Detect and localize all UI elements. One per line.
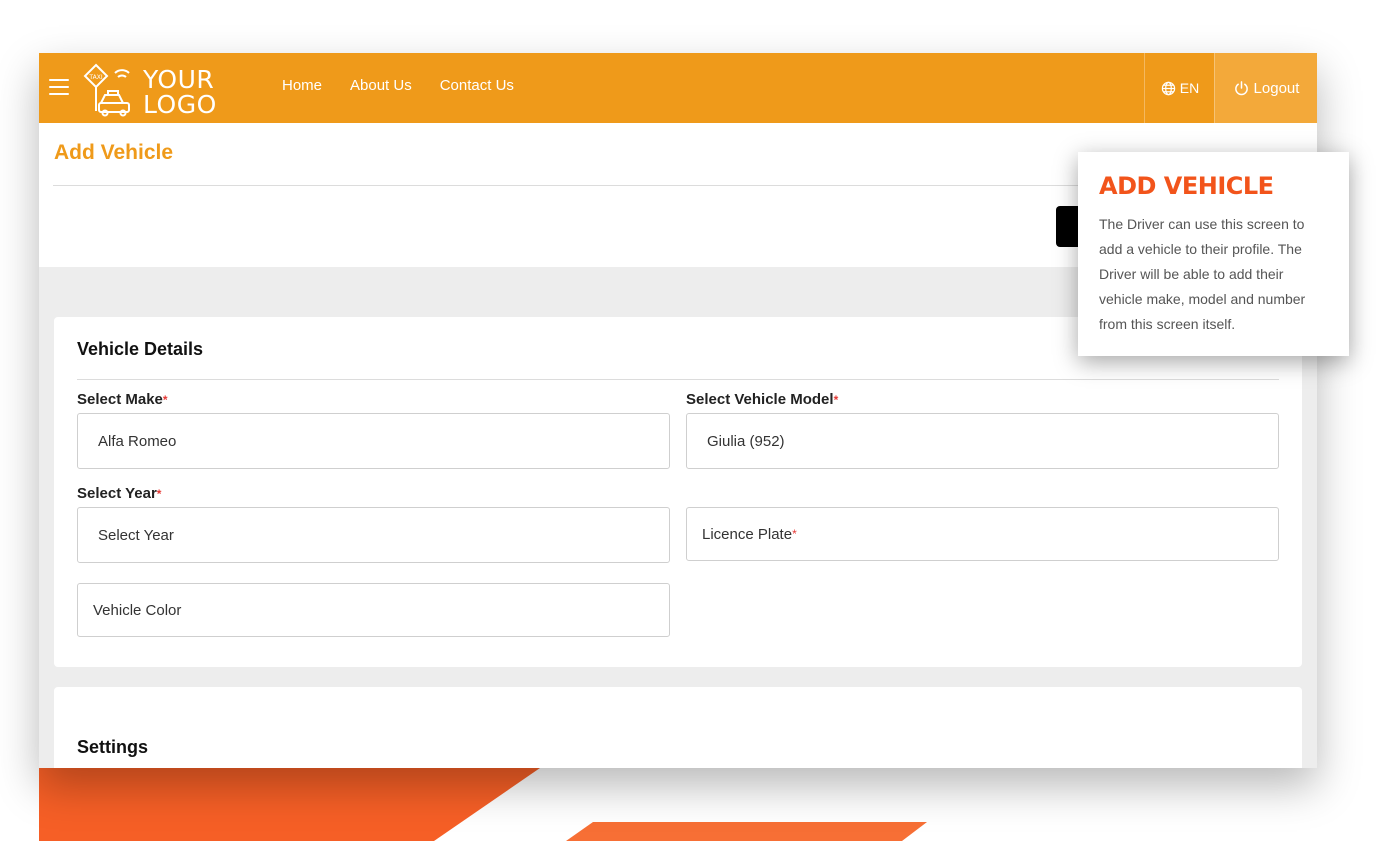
required-marker: * bbox=[792, 527, 797, 541]
main-nav: Home About Us Contact Us bbox=[282, 77, 514, 94]
svg-text:TAXI: TAXI bbox=[88, 74, 102, 81]
vehicle-color-input[interactable]: Vehicle Color bbox=[77, 583, 670, 637]
model-label: Select Vehicle Model* bbox=[686, 391, 839, 408]
taxi-logo-icon: TAXI bbox=[83, 63, 130, 117]
settings-title: Settings bbox=[77, 737, 149, 757]
language-label: EN bbox=[1179, 80, 1200, 96]
year-select[interactable]: Select Year bbox=[77, 507, 670, 563]
settings-card: Settings bbox=[54, 687, 1302, 768]
nav-home[interactable]: Home bbox=[282, 77, 322, 94]
hamburger-menu-icon[interactable] bbox=[49, 79, 69, 97]
logo[interactable]: TAXI YOUR LOGO bbox=[83, 61, 233, 117]
power-icon bbox=[1234, 81, 1248, 96]
logout-button[interactable]: Logout bbox=[1214, 53, 1317, 123]
licence-plate-input[interactable]: Licence Plate * bbox=[686, 507, 1279, 561]
required-marker: * bbox=[156, 487, 162, 501]
logo-text: YOUR LOGO bbox=[143, 65, 217, 119]
page-title: Add Vehicle bbox=[54, 141, 174, 164]
required-marker: * bbox=[833, 393, 839, 407]
divider bbox=[77, 379, 1279, 380]
top-navbar: TAXI YOUR LOGO Home About Us Contact Us bbox=[39, 53, 1317, 123]
nav-about-us[interactable]: About Us bbox=[350, 77, 412, 94]
tooltip-title: ADD VEHICLE bbox=[1099, 172, 1274, 200]
vehicle-details-title: Vehicle Details bbox=[77, 339, 204, 359]
make-select[interactable]: Alfa Romeo bbox=[77, 413, 670, 469]
nav-contact-us[interactable]: Contact Us bbox=[440, 77, 514, 94]
logout-label: Logout bbox=[1253, 79, 1300, 97]
vehicle-details-card: Vehicle Details Select Make* Alfa Romeo … bbox=[54, 317, 1302, 667]
make-label: Select Make* bbox=[77, 391, 168, 408]
tooltip-body: The Driver can use this screen to add a … bbox=[1099, 216, 1306, 332]
required-marker: * bbox=[162, 393, 168, 407]
help-tooltip: ADD VEHICLE The Driver can use this scre… bbox=[1078, 152, 1349, 356]
year-label: Select Year* bbox=[77, 485, 162, 502]
language-selector[interactable]: EN bbox=[1144, 53, 1215, 123]
globe-icon bbox=[1161, 81, 1175, 95]
model-select[interactable]: Giulia (952) bbox=[686, 413, 1279, 469]
